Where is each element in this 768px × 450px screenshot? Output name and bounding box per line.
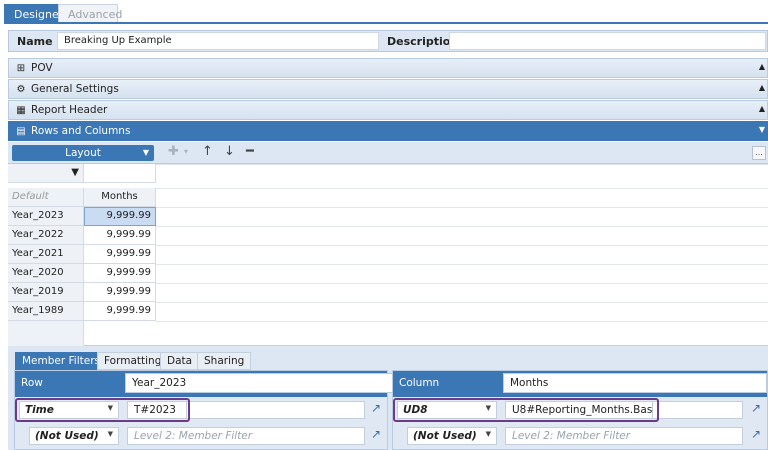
- tab-designer[interactable]: Designer: [4, 4, 63, 23]
- section-rows-and-columns[interactable]: ▤ Rows and Columns ▼: [8, 121, 768, 141]
- collapse-arrow-icon[interactable]: ▲: [759, 62, 765, 71]
- grid-cell[interactable]: 9,999.99: [84, 226, 156, 245]
- grid-line: [156, 164, 768, 165]
- move-up-icon[interactable]: ↑: [202, 144, 213, 160]
- rows-columns-grid: ▼ Default Months Year_2023 9,999.99 Year…: [8, 164, 768, 346]
- filter-icon[interactable]: ▼: [71, 167, 79, 178]
- row-name-field[interactable]: Year_2023: [125, 373, 395, 393]
- grid-line: [156, 226, 768, 227]
- section-rows-and-columns-label: Rows and Columns: [31, 125, 131, 137]
- name-description-row: Name Breaking Up Example Description: [8, 30, 768, 52]
- grid-empty-row-header: [8, 321, 84, 346]
- tab-formatting[interactable]: Formatting: [97, 352, 169, 370]
- grid-cell[interactable]: 9,999.99: [84, 207, 156, 226]
- column-label: Column: [399, 377, 440, 389]
- add-dropdown-icon[interactable]: ▾: [184, 144, 188, 160]
- rows-columns-icon: ▤: [16, 126, 26, 137]
- expand-arrow-icon[interactable]: ↗: [371, 401, 381, 415]
- tab-data[interactable]: Data: [160, 352, 200, 370]
- member-filters-panel: Member Filters Formatting Data Sharing R…: [8, 346, 768, 450]
- grid-line: [156, 188, 768, 189]
- row-level2-dimension-value: (Not Used): [35, 430, 99, 442]
- layout-toolbar: Layout ▼ ✚ ▾ ↑ ↓ ━ ...: [8, 142, 768, 164]
- highlight-box: [15, 398, 190, 422]
- grid-cell[interactable]: 9,999.99: [84, 283, 156, 302]
- section-pov-label: POV: [31, 62, 53, 74]
- description-field[interactable]: [449, 32, 766, 50]
- expand-arrow-icon[interactable]: ↗: [371, 427, 381, 441]
- grid-header-spacer: [84, 164, 156, 183]
- grid-line: [156, 245, 768, 246]
- filter-icon-cell[interactable]: ▼: [8, 164, 84, 183]
- expand-arrow-icon[interactable]: ↗: [751, 427, 761, 441]
- grid-line: [156, 283, 768, 284]
- collapse-arrow-icon[interactable]: ▲: [759, 104, 765, 113]
- tab-member-filters[interactable]: Member Filters: [15, 352, 108, 370]
- name-label: Name: [17, 35, 53, 48]
- grid-cell[interactable]: 9,999.99: [84, 264, 156, 283]
- layout-label: Layout: [65, 147, 101, 159]
- column-level2-dimension-value: (Not Used): [413, 430, 477, 442]
- report-header-icon: ▦: [16, 105, 26, 116]
- grid-cell[interactable]: 9,999.99: [84, 245, 156, 264]
- grid-cell[interactable]: 9,999.99: [84, 302, 156, 321]
- section-general-settings-label: General Settings: [31, 83, 119, 95]
- row-level2-dimension-dropdown[interactable]: (Not Used) ▼: [29, 427, 119, 445]
- row-filter-panel: Row Year_2023 Time ▼ T#2023 ↗ (Not Used)…: [14, 370, 395, 450]
- gear-icon: ⚙: [16, 84, 26, 95]
- row-header[interactable]: Year_2019: [8, 283, 84, 302]
- grid-line: [156, 207, 768, 208]
- tab-sharing[interactable]: Sharing: [197, 352, 252, 370]
- column-level2-dimension-dropdown[interactable]: (Not Used) ▼: [407, 427, 497, 445]
- row-filter-header: Row Year_2023: [15, 371, 395, 397]
- description-label: Description: [387, 35, 459, 48]
- chevron-down-icon: ▼: [485, 430, 491, 438]
- column-name-field[interactable]: Months: [503, 373, 767, 393]
- grid-corner-label: Default: [8, 188, 84, 207]
- section-pov[interactable]: ⊞ POV ▲: [8, 58, 768, 78]
- column-member-filter-input-extension[interactable]: [653, 401, 743, 419]
- column-level2-filter-input[interactable]: Level 2: Member Filter: [505, 427, 743, 445]
- column-filter-panel: Column Months UD8 ▼ U8#Reporting_Months.…: [392, 370, 768, 450]
- row-level2-filter-input[interactable]: Level 2: Member Filter: [127, 427, 365, 445]
- row-header[interactable]: Year_2022: [8, 226, 84, 245]
- grid-line: [156, 321, 768, 322]
- section-general-settings[interactable]: ⚙ General Settings ▲: [8, 79, 768, 99]
- column-filter-header: Column Months: [393, 371, 767, 397]
- chevron-down-icon: ▼: [107, 430, 113, 438]
- more-options-button[interactable]: ...: [752, 146, 766, 160]
- row-header[interactable]: Year_2021: [8, 245, 84, 264]
- row-header[interactable]: Year_1989: [8, 302, 84, 321]
- layout-dropdown-button[interactable]: Layout ▼: [12, 145, 154, 161]
- collapse-arrow-icon[interactable]: ▲: [759, 83, 765, 92]
- chevron-down-icon: ▼: [142, 148, 149, 157]
- grid-line: [156, 302, 768, 303]
- row-header[interactable]: Year_2023: [8, 207, 84, 226]
- move-down-icon[interactable]: ↓: [224, 144, 235, 160]
- grid-line: [156, 264, 768, 265]
- name-field[interactable]: Breaking Up Example: [57, 32, 379, 50]
- expand-arrow-icon[interactable]: ↗: [751, 401, 761, 415]
- section-report-header[interactable]: ▦ Report Header ▲: [8, 100, 768, 120]
- section-report-header-label: Report Header: [31, 104, 108, 116]
- row-header[interactable]: Year_2020: [8, 264, 84, 283]
- tab-underline: [4, 22, 768, 24]
- highlight-box: [393, 398, 659, 422]
- expand-arrow-icon[interactable]: ▼: [759, 125, 765, 134]
- add-icon[interactable]: ✚: [168, 144, 179, 160]
- row-label: Row: [21, 377, 43, 389]
- pov-icon: ⊞: [16, 63, 26, 74]
- tab-advanced[interactable]: Advanced: [58, 4, 122, 23]
- column-header-months[interactable]: Months: [84, 188, 156, 207]
- row-member-filter-input-extension[interactable]: [187, 401, 365, 419]
- remove-icon[interactable]: ━: [246, 144, 254, 160]
